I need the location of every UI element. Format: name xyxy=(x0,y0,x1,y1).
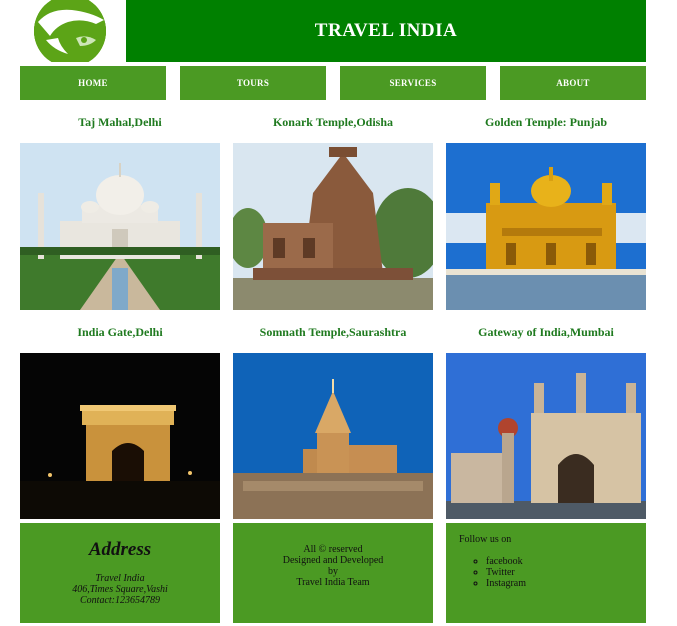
nav-home-button[interactable]: HOME xyxy=(20,66,166,100)
logo-icon xyxy=(33,0,125,68)
address-heading: Address xyxy=(88,539,152,560)
address-line-street: 406,Times Square,Vashi xyxy=(72,584,168,595)
designed-line: Designed and Developed xyxy=(282,555,384,566)
site-title: TRAVEL INDIA xyxy=(126,0,646,62)
nav-tours-button[interactable]: TOURS xyxy=(180,66,326,100)
logo[interactable] xyxy=(20,0,126,68)
photo-india-gate xyxy=(20,353,220,519)
social-link-instagram[interactable]: Instagram xyxy=(486,578,646,589)
photo-taj-mahal xyxy=(20,143,220,310)
social-link-twitter[interactable]: Twitter xyxy=(486,567,646,578)
nav-about-button[interactable]: ABOUT xyxy=(500,66,646,100)
nav-services-button[interactable]: SERVICES xyxy=(340,66,486,100)
footer-copyright: All © reserved Designed and Developed by… xyxy=(233,523,433,623)
photo-gateway-of-india xyxy=(446,353,646,519)
caption-india-gate: India Gate,Delhi xyxy=(77,325,163,339)
caption-gateway-of-india: Gateway of India,Mumbai xyxy=(478,325,614,339)
social-links-list: facebook Twitter Instagram xyxy=(459,556,646,589)
caption-konark-temple: Konark Temple,Odisha xyxy=(272,115,394,129)
follow-heading: Follow us on xyxy=(459,534,512,545)
footer-address: Address Travel India 406,Times Square,Va… xyxy=(20,523,220,623)
address-line-name: Travel India xyxy=(95,573,145,584)
copyright-line: All © reserved xyxy=(303,544,363,555)
footer-social: Follow us on facebook Twitter Instagram xyxy=(446,523,646,623)
by-line: by xyxy=(328,566,338,577)
social-link-facebook[interactable]: facebook xyxy=(486,556,646,567)
caption-golden-temple: Golden Temple: Punjab xyxy=(484,115,608,129)
photo-konark-temple xyxy=(233,143,433,310)
team-line: Travel India Team xyxy=(296,577,370,588)
photo-golden-temple xyxy=(446,143,646,310)
caption-taj-mahal: Taj Mahal,Delhi xyxy=(78,115,162,129)
address-line-contact: Contact:123654789 xyxy=(80,595,160,606)
photo-somnath-temple xyxy=(233,353,433,519)
caption-somnath-temple: Somnath Temple,Saurashtra xyxy=(259,325,407,339)
